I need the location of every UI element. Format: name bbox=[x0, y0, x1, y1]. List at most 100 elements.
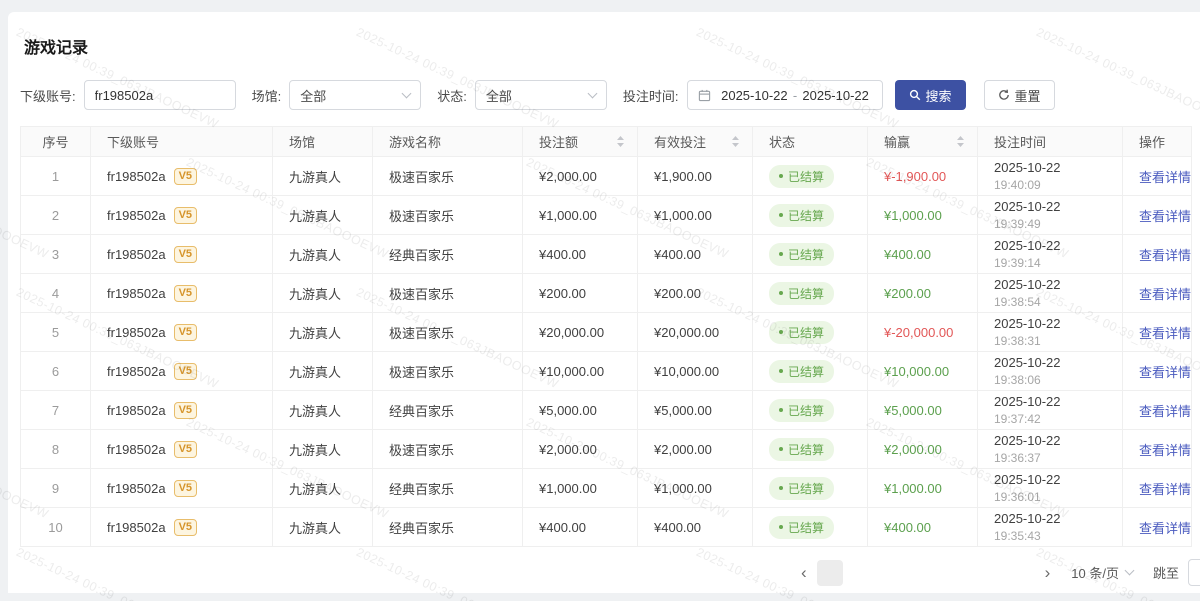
cell-status: 已结算 bbox=[753, 508, 868, 547]
bet-date: 2025-10-22 bbox=[994, 393, 1061, 411]
status-text: 已结算 bbox=[788, 519, 824, 536]
view-details-link[interactable]: 查看详情 bbox=[1139, 323, 1191, 342]
venue-label: 场馆: bbox=[252, 86, 282, 105]
cell-venue: 九游真人 bbox=[273, 430, 373, 469]
page-size-value: 10 条/页 bbox=[1071, 563, 1119, 582]
cell-action: 查看详情 bbox=[1123, 157, 1192, 196]
chevron-down-icon bbox=[402, 88, 412, 98]
column-header[interactable]: 下级账号 bbox=[91, 127, 273, 157]
cell-account: fr198502a V5 bbox=[91, 508, 273, 547]
cell-account: fr198502a V5 bbox=[91, 391, 273, 430]
cell-win-loss: ¥1,000.00 bbox=[868, 469, 978, 508]
cell-valid-bet: ¥20,000.00 bbox=[638, 313, 753, 352]
cell-game-name: 经典百家乐 bbox=[373, 508, 523, 547]
column-header[interactable]: 有效投注 bbox=[638, 127, 753, 157]
cell-action: 查看详情 bbox=[1123, 430, 1192, 469]
view-details-link[interactable]: 查看详情 bbox=[1139, 167, 1191, 186]
sort-icon[interactable] bbox=[956, 135, 965, 148]
cell-bet-amount: ¥1,000.00 bbox=[523, 469, 638, 508]
bet-clock-time: 19:37:42 bbox=[994, 411, 1041, 427]
cell-action: 查看详情 bbox=[1123, 235, 1192, 274]
bet-time-label: 投注时间: bbox=[623, 86, 679, 105]
page-number-button[interactable] bbox=[881, 560, 907, 586]
sort-icon[interactable] bbox=[616, 135, 625, 148]
column-header-label: 状态 bbox=[769, 132, 795, 151]
cell-index: 6 bbox=[21, 352, 91, 391]
next-page-button[interactable]: › bbox=[1038, 564, 1058, 581]
search-icon bbox=[909, 89, 921, 101]
sort-icon[interactable] bbox=[731, 135, 740, 148]
cell-bet-time: 2025-10-22 19:40:09 bbox=[978, 157, 1123, 196]
status-badge: 已结算 bbox=[769, 165, 834, 188]
date-range-picker[interactable]: 2025-10-22 - 2025-10-22 bbox=[687, 80, 883, 110]
page-number-button[interactable] bbox=[913, 560, 939, 586]
table-row: 6 fr198502a V5 九游真人 极速百家乐 ¥10,000.00 ¥10… bbox=[21, 352, 1192, 391]
page-title: 游戏记录 bbox=[24, 34, 1200, 58]
page-number-button[interactable] bbox=[849, 560, 875, 586]
column-header[interactable]: 输赢 bbox=[868, 127, 978, 157]
prev-page-button[interactable]: ‹ bbox=[794, 564, 814, 581]
cell-bet-time: 2025-10-22 19:36:37 bbox=[978, 430, 1123, 469]
cell-win-loss: ¥5,000.00 bbox=[868, 391, 978, 430]
view-details-link[interactable]: 查看详情 bbox=[1139, 245, 1191, 264]
table-row: 5 fr198502a V5 九游真人 极速百家乐 ¥20,000.00 ¥20… bbox=[21, 313, 1192, 352]
view-details-link[interactable]: 查看详情 bbox=[1139, 518, 1191, 537]
table-row: 8 fr198502a V5 九游真人 极速百家乐 ¥2,000.00 ¥2,0… bbox=[21, 430, 1192, 469]
table-row: 10 fr198502a V5 九游真人 经典百家乐 ¥400.00 ¥400.… bbox=[21, 508, 1192, 547]
cell-win-loss: ¥-20,000.00 bbox=[868, 313, 978, 352]
page-number-button[interactable] bbox=[817, 560, 843, 586]
column-header[interactable]: 序号 bbox=[21, 127, 91, 157]
chevron-down-icon bbox=[587, 88, 597, 98]
view-details-link[interactable]: 查看详情 bbox=[1139, 440, 1191, 459]
status-select[interactable]: 全部 bbox=[475, 80, 607, 110]
cell-account: fr198502a V5 bbox=[91, 235, 273, 274]
view-details-link[interactable]: 查看详情 bbox=[1139, 479, 1191, 498]
jump-to-input[interactable] bbox=[1188, 559, 1200, 586]
date-end: 2025-10-22 bbox=[802, 88, 869, 103]
account-text: fr198502a bbox=[107, 520, 166, 535]
cell-account: fr198502a V5 bbox=[91, 274, 273, 313]
cell-venue: 九游真人 bbox=[273, 235, 373, 274]
search-button[interactable]: 搜索 bbox=[895, 80, 966, 110]
cell-bet-amount: ¥400.00 bbox=[523, 235, 638, 274]
cell-status: 已结算 bbox=[753, 352, 868, 391]
column-header[interactable]: 操作 bbox=[1123, 127, 1192, 157]
cell-venue: 九游真人 bbox=[273, 352, 373, 391]
column-header[interactable]: 游戏名称 bbox=[373, 127, 523, 157]
page-number-button[interactable] bbox=[977, 560, 1003, 586]
column-header[interactable]: 投注额 bbox=[523, 127, 638, 157]
column-header[interactable]: 场馆 bbox=[273, 127, 373, 157]
view-details-link[interactable]: 查看详情 bbox=[1139, 401, 1191, 420]
cell-status: 已结算 bbox=[753, 391, 868, 430]
status-badge: 已结算 bbox=[769, 321, 834, 344]
account-text: fr198502a bbox=[107, 325, 166, 340]
account-input[interactable] bbox=[84, 80, 236, 110]
view-details-link[interactable]: 查看详情 bbox=[1139, 362, 1191, 381]
cell-win-loss: ¥-1,900.00 bbox=[868, 157, 978, 196]
cell-game-name: 经典百家乐 bbox=[373, 235, 523, 274]
page-number-button[interactable] bbox=[1009, 560, 1035, 586]
venue-select[interactable]: 全部 bbox=[289, 80, 421, 110]
status-dot-icon bbox=[779, 447, 783, 451]
reset-button[interactable]: 重置 bbox=[984, 80, 1055, 110]
cell-valid-bet: ¥2,000.00 bbox=[638, 430, 753, 469]
column-header[interactable]: 状态 bbox=[753, 127, 868, 157]
cell-win-loss: ¥1,000.00 bbox=[868, 196, 978, 235]
cell-action: 查看详情 bbox=[1123, 508, 1192, 547]
account-text: fr198502a bbox=[107, 481, 166, 496]
page-number-button[interactable] bbox=[945, 560, 971, 586]
page-size-select[interactable]: 10 条/页 bbox=[1071, 563, 1133, 582]
status-badge: 已结算 bbox=[769, 399, 834, 422]
view-details-link[interactable]: 查看详情 bbox=[1139, 206, 1191, 225]
table-row: 3 fr198502a V5 九游真人 经典百家乐 ¥400.00 ¥400.0… bbox=[21, 235, 1192, 274]
column-header[interactable]: 投注时间 bbox=[978, 127, 1123, 157]
status-badge: 已结算 bbox=[769, 243, 834, 266]
cell-index: 10 bbox=[21, 508, 91, 547]
view-details-link[interactable]: 查看详情 bbox=[1139, 284, 1191, 303]
bet-clock-time: 19:38:06 bbox=[994, 372, 1041, 388]
cell-valid-bet: ¥1,900.00 bbox=[638, 157, 753, 196]
cell-status: 已结算 bbox=[753, 235, 868, 274]
cell-bet-time: 2025-10-22 19:37:42 bbox=[978, 391, 1123, 430]
status-dot-icon bbox=[779, 369, 783, 373]
bet-date: 2025-10-22 bbox=[994, 510, 1061, 528]
